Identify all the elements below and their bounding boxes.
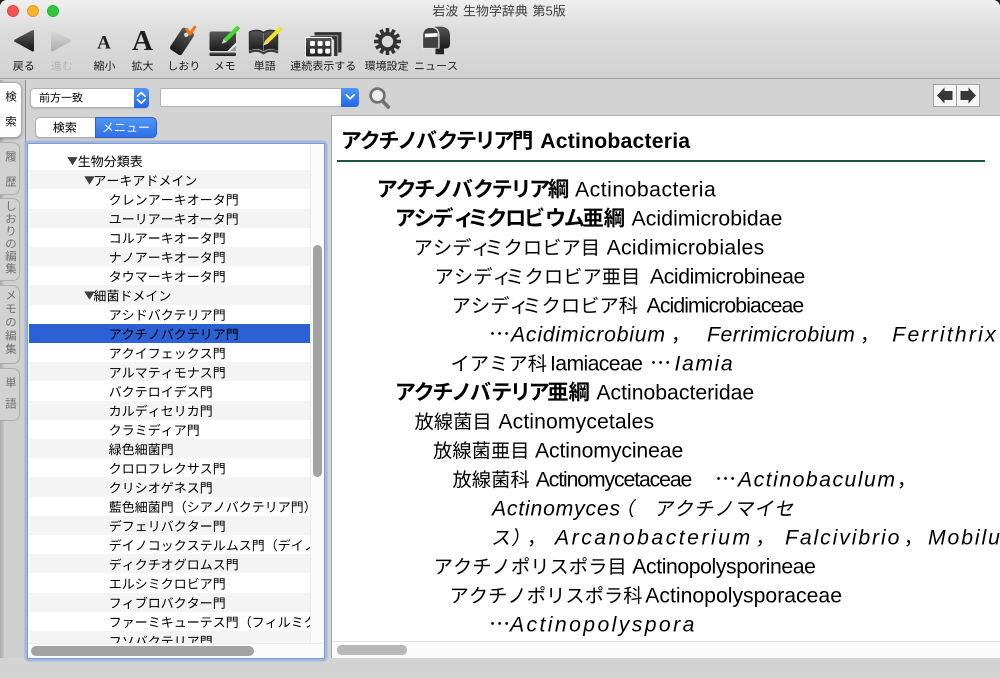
svg-text:Actinomycetales: Actinomycetales — [498, 411, 654, 434]
svg-text:A: A — [97, 33, 111, 54]
svg-text:Acidimicrobiaceae: Acidimicrobiaceae — [647, 295, 804, 318]
svg-text:Ferrimicrobium: Ferrimicrobium — [707, 324, 855, 347]
svg-text:Actinobacteria: Actinobacteria — [540, 130, 690, 153]
svg-text:Acidimicrobidae: Acidimicrobidae — [632, 208, 783, 231]
svg-text:5: 5 — [546, 4, 553, 19]
svg-text:Actinobaculum: Actinobaculum — [736, 469, 896, 492]
svg-text:Actinopolysporaceae: Actinopolysporaceae — [645, 585, 842, 608]
svg-text:Falcivibrio: Falcivibrio — [785, 527, 901, 550]
svg-text:Acidimicrobineae: Acidimicrobineae — [650, 266, 805, 289]
svg-text:Actinopolysporineae: Actinopolysporineae — [632, 556, 815, 579]
svg-text:Iamia: Iamia — [675, 353, 735, 376]
svg-text:Actinomycetaceae: Actinomycetaceae — [536, 469, 692, 492]
svg-text:Actinomycineae: Actinomycineae — [535, 440, 683, 463]
svg-text:Arcanobacterium: Arcanobacterium — [553, 527, 753, 550]
svg-text:Mobiluncus: Mobiluncus — [928, 527, 1000, 550]
svg-text:Actinopolyspora: Actinopolyspora — [508, 614, 697, 637]
svg-text:Actinomyces: Actinomyces — [490, 498, 621, 521]
svg-text:A: A — [132, 25, 153, 57]
svg-text:Actinobacteridae: Actinobacteridae — [596, 382, 754, 405]
svg-text:Actinobacteria: Actinobacteria — [575, 179, 716, 202]
svg-text:Acidimicrobiales: Acidimicrobiales — [607, 237, 765, 260]
svg-text:Ferrithrix: Ferrithrix — [892, 324, 998, 347]
svg-text:Iamiaceae: Iamiaceae — [550, 353, 642, 376]
svg-text:Acidimicrobium: Acidimicrobium — [509, 324, 666, 347]
